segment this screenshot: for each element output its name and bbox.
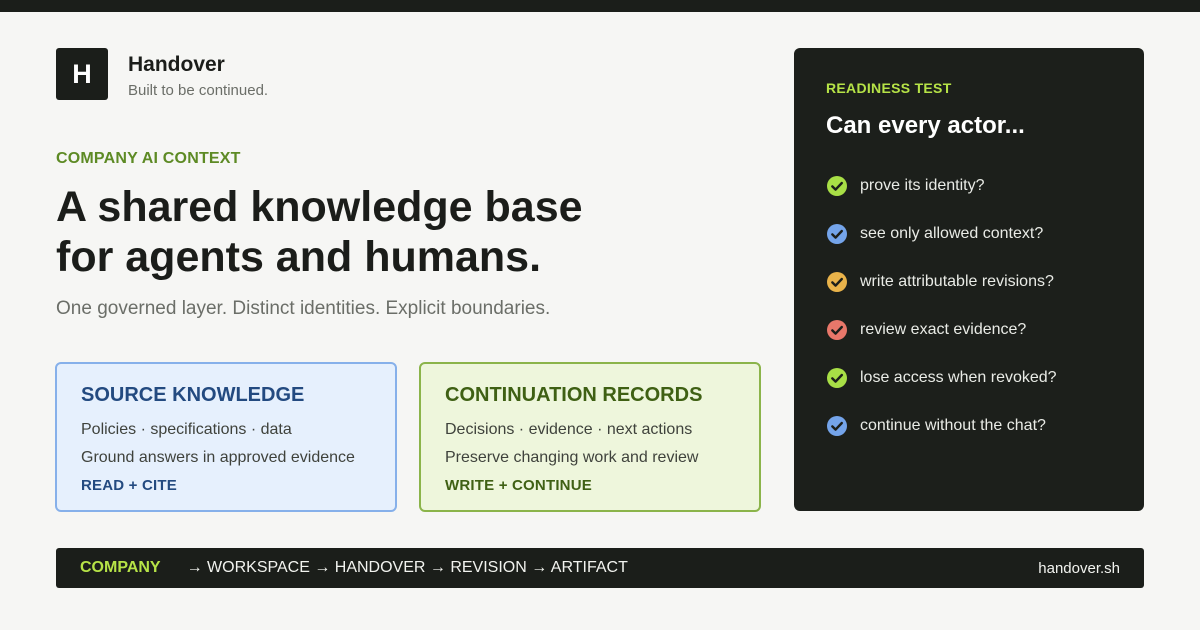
checklist-item: prove its identity? (826, 162, 1112, 210)
footer-hierarchy-path: → WORKSPACE → HANDOVER → REVISION → ARTI… (186, 559, 628, 576)
readiness-eyebrow: READINESS TEST (826, 80, 952, 96)
checklist-item: write attributable revisions? (826, 258, 1112, 306)
checklist-text: see only allowed context? (860, 225, 1044, 242)
footer-company-label: COMPANY (80, 559, 161, 576)
checklist-text: write attributable revisions? (860, 273, 1054, 290)
card-line: Decisions · evidence · next actions (445, 421, 693, 438)
checklist-item: see only allowed context? (826, 210, 1112, 258)
check-circle-bg (827, 224, 847, 244)
checklist-item: lose access when revoked? (826, 354, 1112, 402)
hero-subhead: One governed layer. Distinct identities.… (56, 298, 551, 319)
card-line: Preserve changing work and review (445, 449, 699, 466)
hero-headline: A shared knowledge base for agents and h… (56, 182, 583, 282)
brand-name: Handover (128, 53, 225, 76)
check-circle-icon (827, 272, 847, 292)
checklist-item: continue without the chat? (826, 402, 1112, 450)
continuation-records-card: CONTINUATION RECORDS Decisions · evidenc… (419, 362, 761, 512)
check-circle-bg (827, 368, 847, 388)
check-circle-icon (827, 416, 847, 436)
top-bar (0, 0, 1200, 12)
card-title: CONTINUATION RECORDS (445, 384, 703, 406)
checklist-text: review exact evidence? (860, 321, 1027, 338)
checklist-text: lose access when revoked? (860, 369, 1057, 386)
card-action-label: READ + CITE (81, 477, 177, 494)
readiness-title: Can every actor... (826, 112, 1025, 139)
check-circle-icon (827, 224, 847, 244)
logo-mark: H (56, 48, 108, 100)
brand-tagline: Built to be continued. (128, 82, 269, 99)
card-title: SOURCE KNOWLEDGE (81, 384, 305, 406)
check-circle-icon (827, 176, 847, 196)
card-line: Ground answers in approved evidence (81, 449, 355, 466)
check-circle-bg (827, 272, 847, 292)
headline-line-2: for agents and humans. (56, 233, 542, 281)
checklist-text: continue without the chat? (860, 417, 1046, 434)
checklist-text: prove its identity? (860, 177, 985, 194)
footer-bar: COMPANY → WORKSPACE → HANDOVER → REVISIO… (56, 548, 1144, 588)
checklist-item: review exact evidence? (826, 306, 1112, 354)
logo-letter: H (72, 58, 92, 89)
readiness-panel: READINESS TEST Can every actor... prove … (794, 48, 1144, 511)
check-circle-bg (827, 176, 847, 196)
card-line: Policies · specifications · data (81, 421, 292, 438)
readiness-checklist: prove its identity? see only allowed con… (826, 162, 1112, 450)
check-circle-icon (827, 320, 847, 340)
hero-eyebrow: COMPANY AI CONTEXT (56, 150, 241, 167)
card-action-label: WRITE + CONTINUE (445, 477, 592, 494)
check-circle-bg (827, 320, 847, 340)
check-circle-icon (827, 368, 847, 388)
footer-url-link[interactable]: handover.sh (1038, 560, 1120, 577)
headline-line-1: A shared knowledge base (56, 183, 583, 231)
check-circle-bg (827, 416, 847, 436)
source-knowledge-card: SOURCE KNOWLEDGE Policies · specificatio… (55, 362, 397, 512)
